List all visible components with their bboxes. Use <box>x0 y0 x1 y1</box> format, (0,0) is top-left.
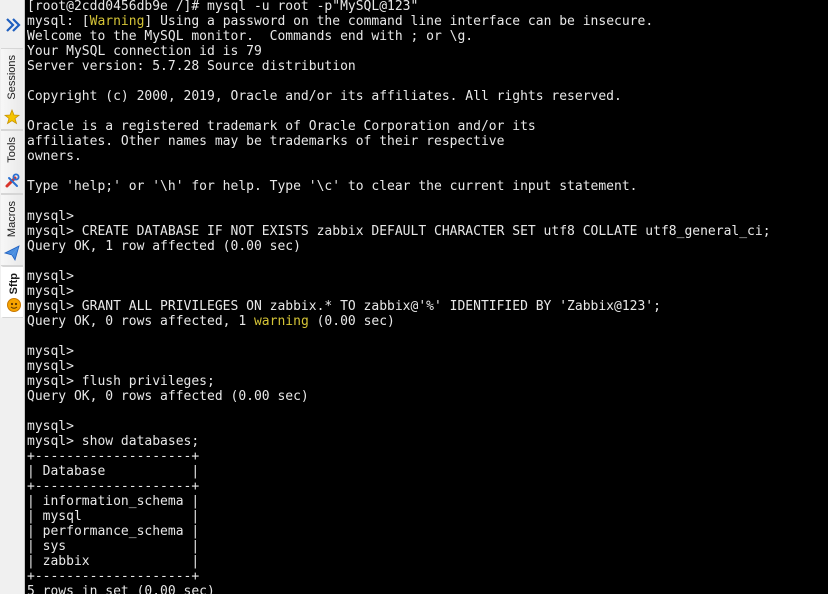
star-icon <box>4 109 20 125</box>
terminal-text: mysql> show databases; <box>27 434 200 449</box>
terminal-line: Query OK, 0 rows affected (0.00 sec) <box>27 389 771 404</box>
terminal-line: +--------------------+ <box>27 479 771 494</box>
terminal-text: Oracle is a registered trademark of Orac… <box>27 119 536 134</box>
terminal-text: mysql> <box>27 269 74 284</box>
terminal-text: Welcome to the MySQL monitor. Commands e… <box>27 29 474 44</box>
terminal-text: mysql> <box>27 419 74 434</box>
terminal-output: [root@2cdd0456db9e /]# mysql -u root -p"… <box>27 0 771 594</box>
tab-sessions[interactable]: Sessions <box>1 48 23 130</box>
terminal-line: | zabbix | <box>27 554 771 569</box>
terminal-line: mysql> flush privileges; <box>27 374 771 389</box>
terminal-line: Copyright (c) 2000, 2019, Oracle and/or … <box>27 89 771 104</box>
terminal-line: Server version: 5.7.28 Source distributi… <box>27 59 771 74</box>
terminal-text: Query OK, 0 rows affected (0.00 sec) <box>27 389 309 404</box>
terminal-line: | sys | <box>27 539 771 554</box>
terminal-text: Query OK, 1 row affected (0.00 sec) <box>27 239 301 254</box>
terminal-text: [root@2cdd0456db9e /]# mysql -u root -p"… <box>27 0 419 14</box>
tab-tools[interactable]: Tools <box>1 130 23 194</box>
terminal-line: | information_schema | <box>27 494 771 509</box>
terminal-text: mysql> <box>27 284 74 299</box>
terminal-text: | zabbix | <box>27 554 200 569</box>
terminal-panel[interactable]: [root@2cdd0456db9e /]# mysql -u root -p"… <box>26 0 828 594</box>
warning-text: Warning <box>89 14 145 29</box>
warning-text: warning <box>253 314 309 329</box>
terminal-text: (0.00 sec) <box>308 314 395 329</box>
terminal-text: mysql> flush privileges; <box>27 374 215 389</box>
terminal-text: Query OK, 0 rows affected, 1 <box>27 314 254 329</box>
terminal-text: 5 rows in set (0.00 sec) <box>27 584 215 594</box>
tab-macros[interactable]: Macros <box>1 194 23 266</box>
terminal-text: | performance_schema | <box>27 524 200 539</box>
terminal-line: mysql> <box>27 344 771 359</box>
terminal-text: | Database | <box>27 464 200 479</box>
terminal-text: Server version: 5.7.28 Source distributi… <box>27 59 356 74</box>
terminal-line: mysql> <box>27 269 771 284</box>
terminal-text: mysql> <box>27 209 74 224</box>
terminal-line: mysql> show databases; <box>27 434 771 449</box>
tab-sessions-label: Sessions <box>6 55 18 100</box>
terminal-line: Query OK, 0 rows affected, 1 warning (0.… <box>27 314 771 329</box>
terminal-line: mysql> GRANT ALL PRIVILEGES ON zabbix.* … <box>27 299 771 314</box>
terminal-line: | mysql | <box>27 509 771 524</box>
terminal-text: | information_schema | <box>27 494 200 509</box>
terminal-text: Your MySQL connection id is 79 <box>27 44 262 59</box>
terminal-text: +--------------------+ <box>27 569 200 584</box>
double-chevron-right-icon <box>5 18 21 32</box>
expand-sidebar-button[interactable] <box>2 14 23 36</box>
terminal-line: Your MySQL connection id is 79 <box>27 44 771 59</box>
terminal-text: mysql> GRANT ALL PRIVILEGES ON zabbix.* … <box>27 299 661 314</box>
terminal-line: owners. <box>27 149 771 164</box>
terminal-text: mysql> <box>27 344 74 359</box>
terminal-line: [root@2cdd0456db9e /]# mysql -u root -p"… <box>27 0 771 14</box>
terminal-text: +--------------------+ <box>27 449 200 464</box>
terminal-line: mysql: [Warning] Using a password on the… <box>27 14 771 29</box>
terminal-line: 5 rows in set (0.00 sec) <box>27 584 771 594</box>
tab-sftp-label: Sftp <box>8 273 20 295</box>
terminal-text: mysql> <box>27 359 74 374</box>
tab-macros-label: Macros <box>6 201 18 238</box>
terminal-line: mysql> <box>27 284 771 299</box>
terminal-line: +--------------------+ <box>27 569 771 584</box>
terminal-line: mysql> <box>27 419 771 434</box>
terminal-text: Type 'help;' or '\h' for help. Type '\c'… <box>27 179 638 194</box>
terminal-line: +--------------------+ <box>27 449 771 464</box>
terminal-text: mysql: [ <box>27 14 90 29</box>
sftp-icon <box>7 298 21 312</box>
terminal-line: mysql> CREATE DATABASE IF NOT EXISTS zab… <box>27 224 771 239</box>
terminal-line: Oracle is a registered trademark of Orac… <box>27 119 771 134</box>
terminal-line: mysql> <box>27 209 771 224</box>
terminal-line: Type 'help;' or '\h' for help. Type '\c'… <box>27 179 771 194</box>
terminal-line: | Database | <box>27 464 771 479</box>
terminal-text: | sys | <box>27 539 200 554</box>
paper-plane-icon <box>4 245 20 261</box>
terminal-text: affiliates. Other names may be trademark… <box>27 134 505 149</box>
tab-tools-label: Tools <box>6 137 18 163</box>
terminal-text: Copyright (c) 2000, 2019, Oracle and/or … <box>27 89 622 104</box>
terminal-line: | performance_schema | <box>27 524 771 539</box>
terminal-text: mysql> CREATE DATABASE IF NOT EXISTS zab… <box>27 224 771 239</box>
terminal-line: Query OK, 1 row affected (0.00 sec) <box>27 239 771 254</box>
terminal-line: Welcome to the MySQL monitor. Commands e… <box>27 29 771 44</box>
tools-icon <box>5 173 20 188</box>
terminal-line: affiliates. Other names may be trademark… <box>27 134 771 149</box>
terminal-text: owners. <box>27 149 82 164</box>
terminal-line: mysql> <box>27 359 771 374</box>
terminal-text: ] Using a password on the command line i… <box>144 14 654 29</box>
left-sidebar: Sessions Tools Macros Sftp <box>0 0 25 594</box>
mobaxterm-window: Sessions Tools Macros Sftp [root@2cdd045… <box>0 0 828 594</box>
tab-sftp[interactable]: Sftp <box>1 266 23 318</box>
terminal-text: +--------------------+ <box>27 479 200 494</box>
terminal-text: | mysql | <box>27 509 200 524</box>
